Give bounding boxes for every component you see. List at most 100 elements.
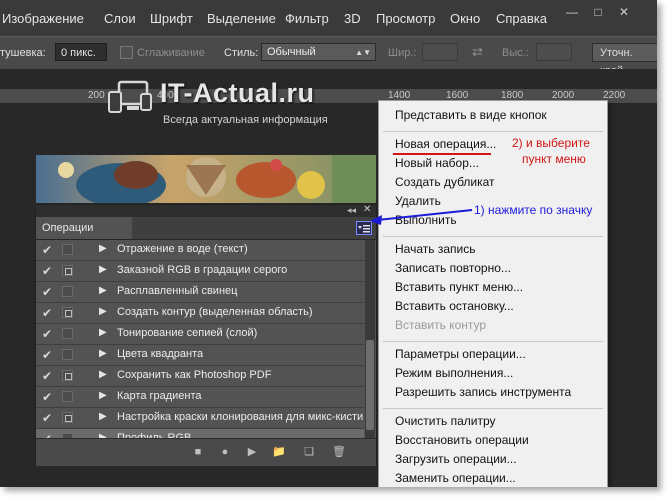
flyout-menu-item[interactable]: Вставить остановку... <box>395 299 514 313</box>
actions-list: ✔ ▶ Отражение в воде (текст) ✔ ▶ Заказной RGB… <box>36 240 364 450</box>
action-name: Настройка краски клонирования для микс-к… <box>117 411 364 423</box>
action-row[interactable]: ✔ ▶ Отражение в воде (текст) <box>36 240 364 261</box>
flyout-menu-item[interactable]: Очистить палитру <box>395 414 495 428</box>
toggle-check-icon[interactable]: ✔ <box>42 390 52 404</box>
menu-3d[interactable]: 3D <box>344 11 361 26</box>
collapse-icon[interactable]: ◂◂ <box>347 205 356 216</box>
scrollbar[interactable] <box>365 240 375 438</box>
menu-view[interactable]: Просмотр <box>376 11 435 26</box>
new-action-icon[interactable]: ❏ <box>302 445 316 459</box>
action-row[interactable]: ✔ ▶ Тонирование сепией (слой) <box>36 324 364 345</box>
dialog-toggle-icon[interactable] <box>62 412 73 423</box>
options-bar: тушевка: 0 пикс. Сглаживание Стиль: Обыч… <box>0 36 657 77</box>
dialog-toggle-icon[interactable] <box>62 370 73 381</box>
action-name: Сохранить как Photoshop PDF <box>117 369 272 381</box>
smoothing-checkbox[interactable] <box>120 46 133 59</box>
menu-separator <box>383 341 603 342</box>
menu-layers[interactable]: Слои <box>104 11 136 26</box>
feather-label: тушевка: <box>0 47 46 59</box>
play-icon[interactable]: ▶ <box>245 445 259 459</box>
width-input[interactable] <box>422 43 458 61</box>
flyout-menu-item[interactable]: Загрузить операции... <box>395 452 517 466</box>
expand-triangle-icon[interactable]: ▶ <box>99 243 107 254</box>
maximize-icon[interactable]: □ <box>588 5 608 19</box>
flyout-menu-item[interactable]: Заменить операции... <box>395 471 516 485</box>
action-row[interactable]: ✔ ▶ Настройка краски клонирования для микс… <box>36 408 364 429</box>
scroll-thumb[interactable] <box>366 340 374 430</box>
trash-icon[interactable]: 🗑 <box>332 445 346 459</box>
menu-select[interactable]: Выделение <box>207 11 276 26</box>
flyout-menu-item[interactable]: Новый набор... <box>395 156 479 170</box>
flyout-menu-item[interactable]: Начать запись <box>395 242 475 256</box>
menu-filter[interactable]: Фильтр <box>285 11 329 26</box>
stop-icon[interactable]: ■ <box>191 445 205 459</box>
expand-triangle-icon[interactable]: ▶ <box>99 369 107 380</box>
action-row[interactable]: ✔ ▶ Заказной RGB в градации серого <box>36 261 364 282</box>
smoothing-label: Сглаживание <box>137 47 205 59</box>
annotation-step1: 1) нажмите по значку <box>474 203 593 217</box>
swap-icon[interactable]: ⇄ <box>472 44 483 60</box>
menu-separator <box>383 236 603 237</box>
panel-tab-bar: Операции <box>36 217 376 240</box>
flyout-menu-item[interactable]: Разрешить запись инструмента <box>395 385 571 399</box>
menu-type[interactable]: Шрифт <box>150 11 193 26</box>
action-row[interactable]: ✔ ▶ Создать контур (выделенная область) <box>36 303 364 324</box>
dialog-toggle-icon[interactable] <box>62 307 73 318</box>
dialog-toggle-icon[interactable] <box>62 328 73 339</box>
height-label: Выс.: <box>502 47 529 59</box>
toggle-check-icon[interactable]: ✔ <box>42 264 52 278</box>
tab-actions[interactable]: Операции <box>36 217 132 239</box>
menu-image[interactable]: Изображение <box>2 11 84 26</box>
expand-triangle-icon[interactable]: ▶ <box>99 411 107 422</box>
toggle-check-icon[interactable]: ✔ <box>42 243 52 257</box>
dialog-toggle-icon[interactable] <box>62 349 73 360</box>
menu-window[interactable]: Окно <box>450 11 480 26</box>
flyout-menu-item[interactable]: Представить в виде кнопок <box>395 108 547 122</box>
close-icon[interactable]: ✕ <box>614 5 634 19</box>
expand-triangle-icon[interactable]: ▶ <box>99 306 107 317</box>
toggle-check-icon[interactable]: ✔ <box>42 411 52 425</box>
watermark-title: IT-Actual.ru <box>160 78 315 108</box>
expand-triangle-icon[interactable]: ▶ <box>99 390 107 401</box>
toggle-check-icon[interactable]: ✔ <box>42 327 52 341</box>
flyout-menu-item[interactable]: Новая операция... <box>395 137 496 151</box>
flyout-menu-item[interactable]: Режим выполнения... <box>395 366 513 380</box>
height-input[interactable] <box>536 43 572 61</box>
flyout-menu-item[interactable]: Записать повторно... <box>395 261 511 275</box>
new-set-icon[interactable]: 📁 <box>272 445 286 459</box>
expand-triangle-icon[interactable]: ▶ <box>99 264 107 275</box>
panel-header-strip: ◂◂ ✕ <box>36 204 376 217</box>
toggle-check-icon[interactable]: ✔ <box>42 306 52 320</box>
canvas-image <box>36 155 376 203</box>
flyout-menu-item[interactable]: Восстановить операции <box>395 433 529 447</box>
action-row[interactable]: ✔ ▶ Сохранить как Photoshop PDF <box>36 366 364 387</box>
toggle-check-icon[interactable]: ✔ <box>42 285 52 299</box>
action-row[interactable]: ✔ ▶ Карта градиента <box>36 387 364 408</box>
minimize-icon[interactable]: — <box>562 5 582 19</box>
refine-edge-button[interactable]: Уточн. край <box>592 43 657 77</box>
action-row[interactable]: ✔ ▶ Расплавленный свинец <box>36 282 364 303</box>
menu-separator <box>383 131 603 132</box>
expand-triangle-icon[interactable]: ▶ <box>99 327 107 338</box>
photoshop-window: Изображение Слои Шрифт Выделение Фильтр … <box>0 0 657 487</box>
expand-triangle-icon[interactable]: ▶ <box>99 285 107 296</box>
dialog-toggle-icon[interactable] <box>62 265 73 276</box>
style-select[interactable]: Обычный ▲▼ <box>261 43 376 61</box>
action-row[interactable]: ✔ ▶ Цвета квадранта <box>36 345 364 366</box>
toggle-check-icon[interactable]: ✔ <box>42 348 52 362</box>
expand-triangle-icon[interactable]: ▶ <box>99 348 107 359</box>
devices-logo-icon <box>108 80 152 113</box>
dialog-toggle-icon[interactable] <box>62 286 73 297</box>
flyout-menu-item[interactable]: Создать дубликат <box>395 175 495 189</box>
menu-help[interactable]: Справка <box>496 11 547 26</box>
dialog-toggle-icon[interactable] <box>62 391 73 402</box>
feather-input[interactable]: 0 пикс. <box>55 43 107 61</box>
flyout-menu-item[interactable]: Параметры операции... <box>395 347 526 361</box>
select-arrows-icon: ▲▼ <box>355 48 371 57</box>
flyout-menu-item[interactable]: Вставить пункт меню... <box>395 280 523 294</box>
dialog-toggle-icon[interactable] <box>62 244 73 255</box>
action-name: Расплавленный свинец <box>117 285 238 297</box>
record-icon[interactable]: ● <box>218 445 232 459</box>
action-name: Создать контур (выделенная область) <box>117 306 313 318</box>
toggle-check-icon[interactable]: ✔ <box>42 369 52 383</box>
